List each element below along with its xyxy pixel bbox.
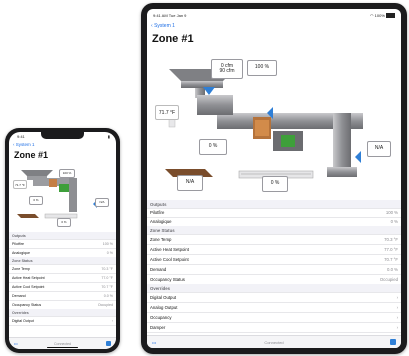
notch <box>41 132 84 139</box>
connection-status: Connected <box>264 339 284 345</box>
back-button[interactable]: ‹ System 1 <box>13 142 35 147</box>
back-button[interactable]: ‹ System 1 <box>151 23 175 29</box>
drop-duct <box>333 113 351 173</box>
outside-readout[interactable]: N/A <box>95 198 109 207</box>
iphone-device: 9:41 ▮ ‹ System 1 Zone #1 71.7 °F 100 % … <box>5 128 120 353</box>
iphone-screen: 9:41 ▮ ‹ System 1 Zone #1 71.7 °F 100 % … <box>9 132 116 349</box>
heat-readout[interactable]: 0 % <box>29 196 43 205</box>
zone-temp-readout[interactable]: 71.7 °F <box>155 105 179 120</box>
baseboard-readout[interactable]: 0 % <box>262 176 288 192</box>
supply-duct-top <box>181 81 223 88</box>
status-battery: ◠ 100% <box>370 13 395 19</box>
list-item[interactable]: Damper › <box>147 322 401 333</box>
tabs-icon[interactable] <box>106 341 111 346</box>
actuator <box>281 135 295 147</box>
back-label: System 1 <box>154 23 175 29</box>
tabs-icon[interactable] <box>390 339 396 345</box>
airflow-readout[interactable]: 0 cfm 90 cfm <box>211 59 243 79</box>
battery-icon: ▮ <box>107 134 110 139</box>
status-time: 9:41 AM Tue Jan 9 <box>153 13 187 18</box>
heat-readout[interactable]: 0 % <box>199 139 227 155</box>
page-title: Zone #1 <box>14 150 49 160</box>
baseboard-readout[interactable]: 0 % <box>57 218 71 227</box>
damper-readout[interactable]: 100 % <box>59 169 75 178</box>
status-time: 9:41 <box>17 134 25 139</box>
ipad-screen: 9:41 AM Tue Jan 9 ◠ 100% ‹ System 1 Zone… <box>147 9 401 348</box>
connection-status: Connected <box>54 341 71 346</box>
ipad-tabbar: ••• Connected <box>147 335 401 348</box>
wifi-icon: ◠ <box>370 13 374 18</box>
list-item[interactable]: Digital Output › <box>9 316 116 326</box>
outside-readout[interactable]: N/A <box>367 141 391 157</box>
chevron-left-icon: ‹ <box>151 23 153 29</box>
battery-icon <box>386 13 395 19</box>
zone-temp-readout[interactable]: 71.7 °F <box>13 180 27 189</box>
ipad-device: 9:41 AM Tue Jan 9 ◠ 100% ‹ System 1 Zone… <box>141 3 407 354</box>
page-title: Zone #1 <box>152 33 194 45</box>
chevron-left-icon: ‹ <box>13 142 15 147</box>
damper-readout[interactable]: 100 % <box>247 60 277 76</box>
reheat-readout[interactable]: N/A <box>177 175 203 191</box>
home-indicator <box>47 346 78 348</box>
